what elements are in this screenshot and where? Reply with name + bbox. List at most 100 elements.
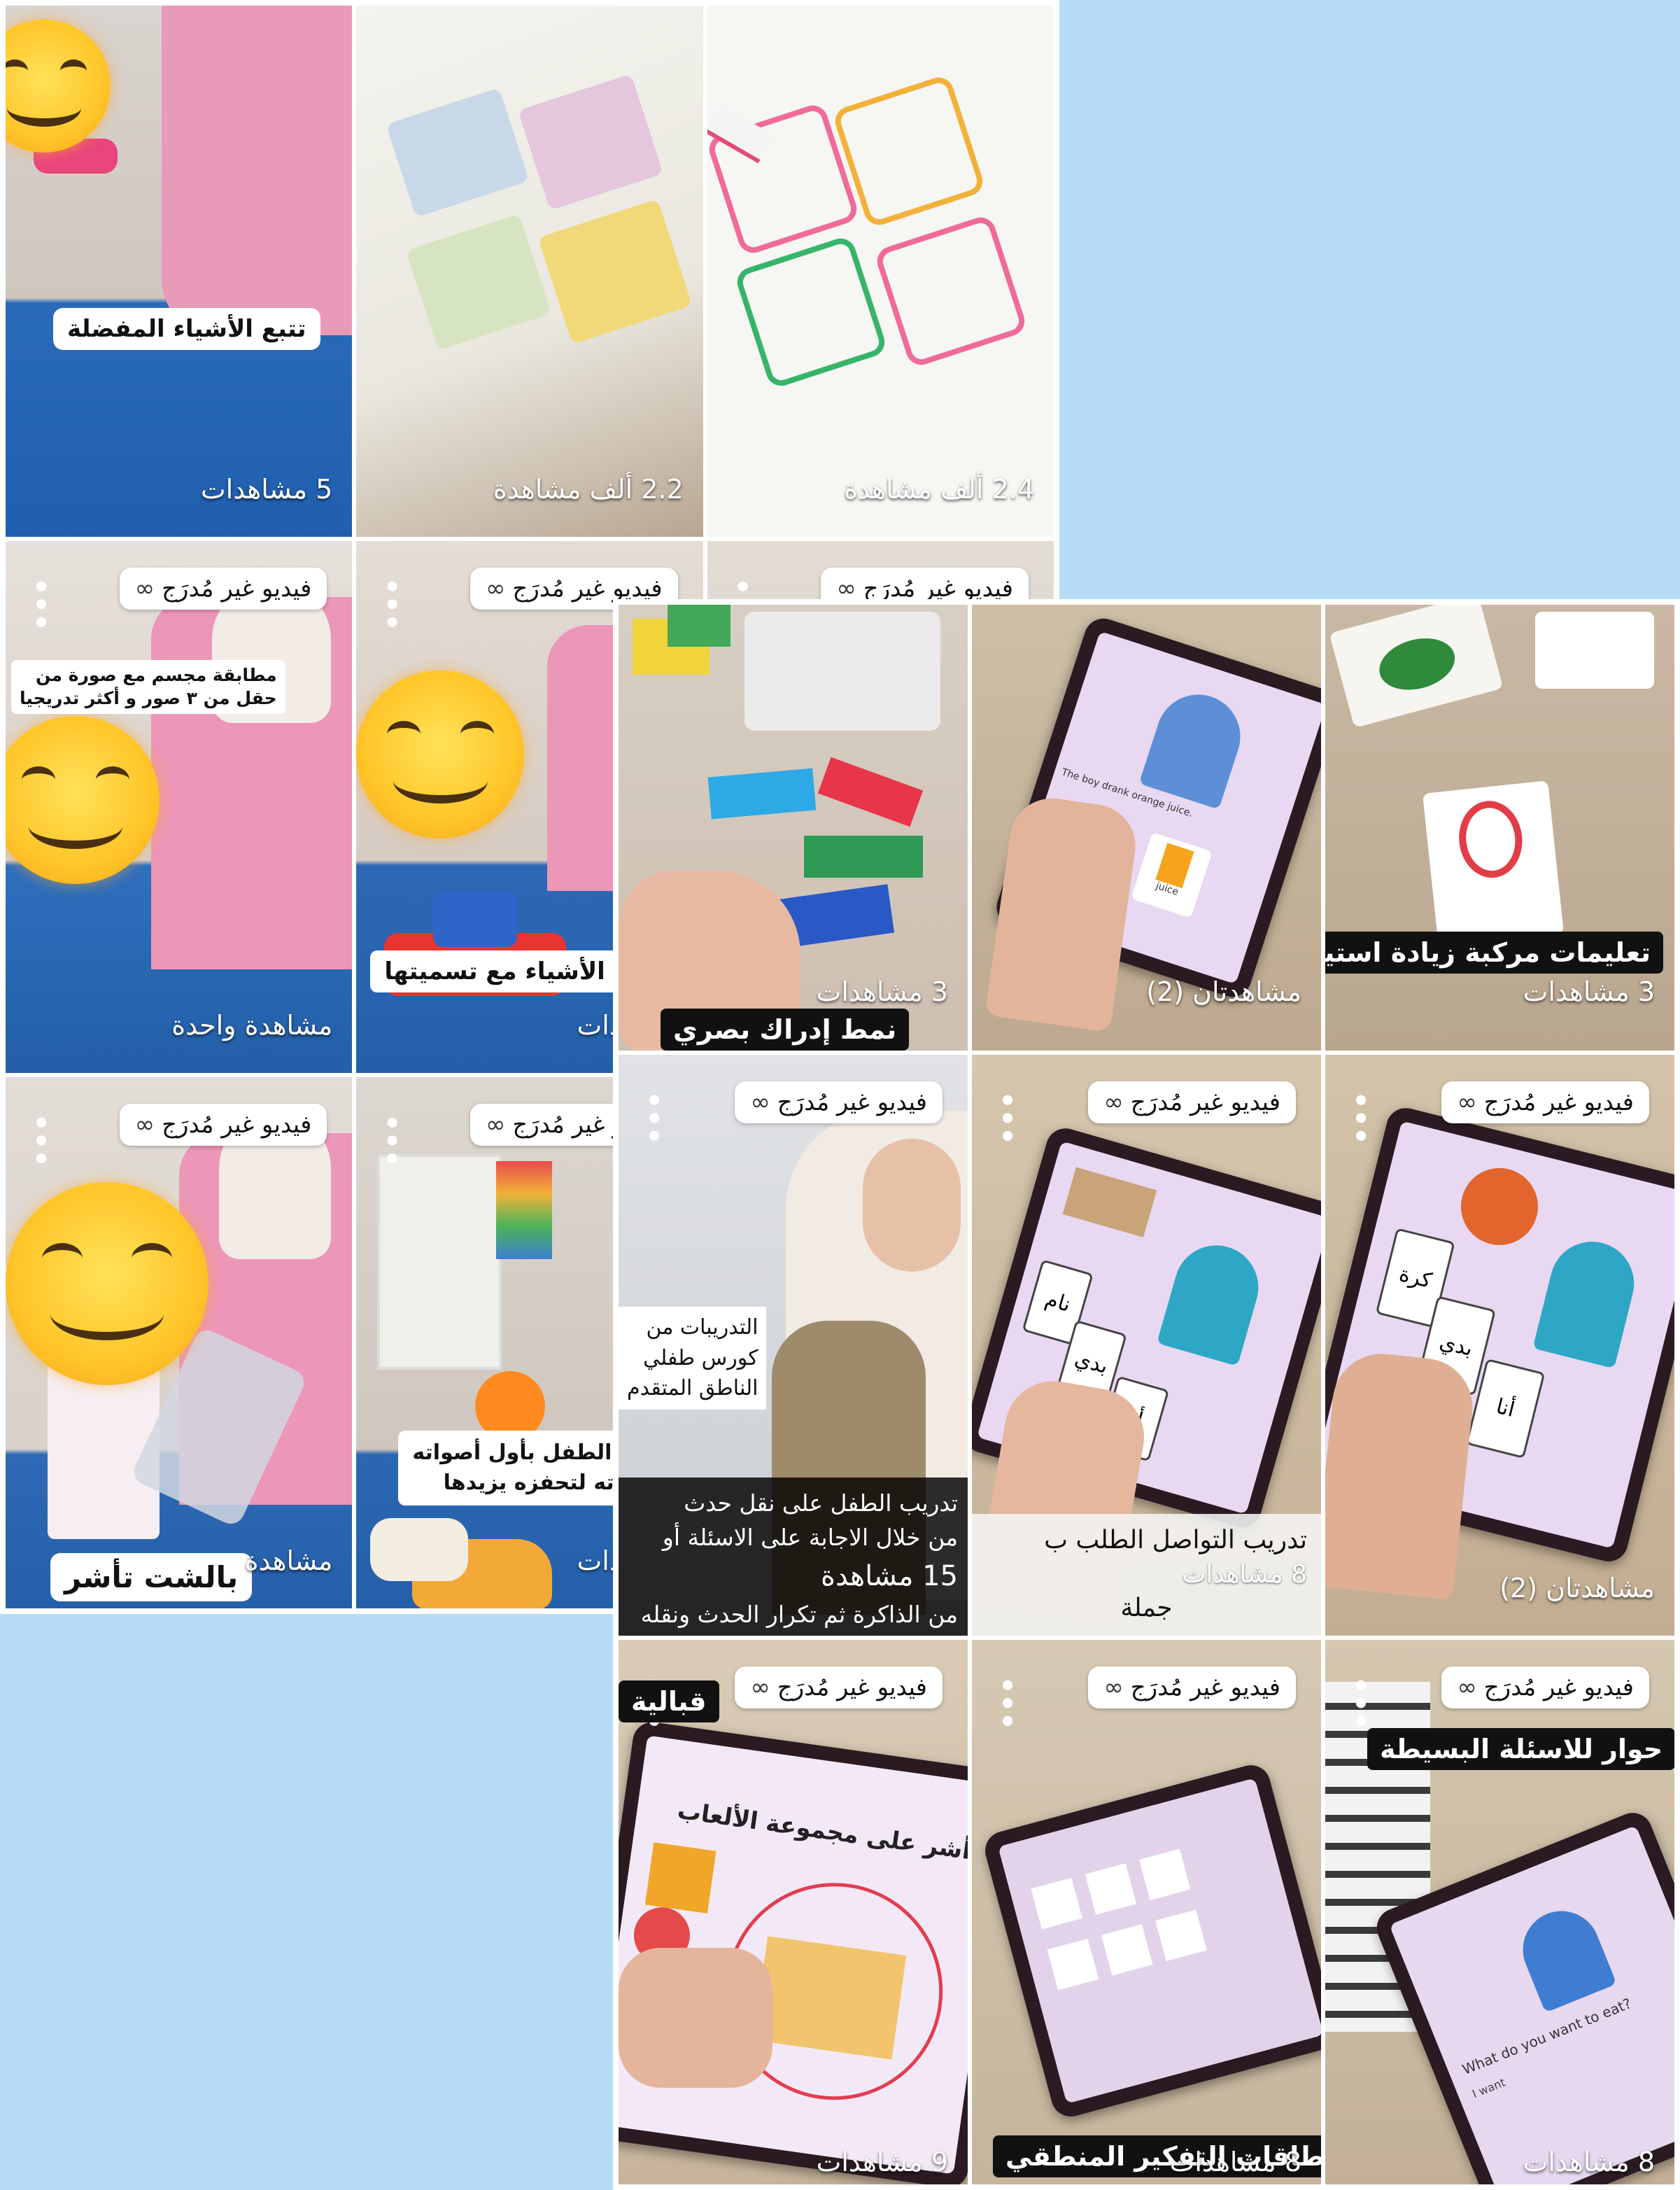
picture-card	[1155, 1909, 1207, 1961]
caption-line: تدريب التواصل الطلب ب	[1044, 1526, 1307, 1555]
person-shape	[161, 6, 353, 335]
video-tile[interactable]: 2.2 ألف مشاهدة	[356, 6, 703, 538]
toy-block	[433, 891, 518, 948]
view-count: مشاهدتان (2)	[1499, 1573, 1655, 1603]
flash-card	[1422, 780, 1565, 947]
link-icon: ∞	[750, 1088, 770, 1116]
boy-illustration	[1157, 1235, 1269, 1367]
unlisted-badge: فيديو غير مُدرَج ∞	[1441, 1081, 1649, 1123]
caption-line: من الذاكرة ثم تكرار الحدث ونقله	[640, 1600, 958, 1628]
more-vertical-icon[interactable]: •••	[1343, 1676, 1376, 1730]
caption-line: جملة	[1120, 1594, 1173, 1623]
toy-animal	[370, 1517, 469, 1581]
tablet-screen	[998, 1778, 1321, 2104]
unlisted-badge: فيديو غير مُدرَج ∞	[119, 568, 327, 610]
link-icon: ∞	[486, 575, 506, 603]
boy-illustration	[1511, 1899, 1617, 2013]
more-vertical-icon[interactable]: •••	[374, 577, 407, 631]
picture-card	[1101, 1924, 1153, 1976]
toy-shelf	[753, 1936, 907, 2060]
video-caption: حوار للاسئلة البسيطة	[1367, 1728, 1674, 1770]
face-blur-emoji	[356, 671, 525, 839]
video-tile[interactable]: نام بدي أنا فيديو غير مُدرَج ∞ ••• تدريب…	[972, 1055, 1321, 1636]
badge-label: فيديو غير مُدرَج	[1130, 1088, 1280, 1116]
caption-line: حقل من ٣ صور و أكثر تدريجيا	[20, 687, 277, 708]
picture-card	[1047, 1938, 1099, 1991]
unlisted-badge: فيديو غير مُدرَج ∞	[119, 1103, 327, 1146]
option-juice[interactable]: juice	[1131, 831, 1213, 918]
more-vertical-icon[interactable]: •••	[637, 1091, 669, 1145]
view-count: 15 مشاهدة	[821, 1559, 958, 1592]
video-caption: الأشياء مع تسميتها	[370, 950, 619, 993]
video-tile[interactable]: تتبع الأشياء المفضلة 5 مشاهدات	[6, 6, 353, 538]
caption-line: د الطفل بأول أصواته	[412, 1440, 630, 1465]
more-vertical-icon[interactable]: •••	[990, 1091, 1022, 1145]
badge-label: فيديو غير مُدرَج	[1483, 1088, 1634, 1116]
more-vertical-icon[interactable]: •••	[1343, 1091, 1376, 1145]
video-caption: بالشت تأشر	[50, 1552, 253, 1601]
video-caption: تدريب الطفل على نقل حدث من خلال الاجابة …	[619, 1477, 968, 1636]
video-caption: قبالية	[619, 1680, 719, 1722]
course-line: كورس طفلي	[643, 1345, 758, 1370]
block-green	[804, 836, 923, 878]
unlisted-badge: فيديو غير مُدرَج ∞	[1088, 1666, 1296, 1708]
view-count: 8 مشاهدات	[1169, 2147, 1301, 2177]
video-tile[interactable]: فيديو غير مُدرَج ∞ ••• مطابقة مجسم مع صو…	[6, 541, 353, 1073]
link-icon: ∞	[486, 1110, 506, 1139]
color-chart	[496, 1160, 553, 1259]
video-tile[interactable]: The boy drank orange juice. orange juice…	[972, 605, 1321, 1051]
view-count: 9 مشاهدات	[816, 2147, 948, 2177]
course-line: التدريبات من	[646, 1315, 758, 1340]
course-label: التدريبات من كورس طفلي الناطق المتقدم	[619, 1307, 767, 1410]
view-count: 2.2 ألف مشاهدة	[493, 474, 684, 505]
video-tile[interactable]: فيديو غير مُدرَج ∞ ••• التدريبات من كورس…	[619, 1055, 968, 1636]
video-tile[interactable]: كرة بدي أنا فيديو غير مُدرَج ∞ ••• مشاهد…	[1325, 1055, 1674, 1636]
more-vertical-icon[interactable]: •••	[990, 1676, 1022, 1730]
badge-label: فيديو غير مُدرَج	[777, 1673, 927, 1701]
caption-line: مطابقة مجسم مع صورة من	[36, 665, 277, 686]
more-vertical-icon[interactable]: •••	[374, 1114, 407, 1167]
video-tile[interactable]: 2.4 ألف مشاهدة	[707, 6, 1054, 538]
shape-triangle	[644, 1842, 717, 1914]
picture-card	[1085, 1863, 1137, 1915]
video-tile[interactable]: What do you want to eat? I want فيديو غي…	[1325, 1640, 1674, 2184]
video-tile[interactable]: فيديو غير مُدرَج ∞ ••• بالشت تأشر مشاهدة	[6, 1076, 353, 1608]
badge-label: فيديو غير مُدرَج	[1483, 1673, 1634, 1701]
person-face	[863, 1139, 961, 1272]
bed-illustration	[1062, 1167, 1157, 1237]
view-count: 3 مشاهدات	[816, 976, 948, 1007]
caption-line: باته لتحفزه يزيدها	[443, 1470, 630, 1496]
flash-card	[1535, 612, 1654, 689]
hand	[1325, 1349, 1478, 1601]
video-tile[interactable]: 3 مشاهدات نمط إدراك بصري	[619, 605, 968, 1051]
badge-label: فيديو غير مُدرَج	[1130, 1673, 1280, 1701]
video-grid-panel-2: 3 مشاهدات نمط إدراك بصري The boy drank o…	[613, 599, 1680, 2190]
card-shape	[1374, 630, 1461, 698]
tablet-answer: I want	[1470, 2075, 1508, 2101]
more-vertical-icon[interactable]: •••	[24, 577, 56, 631]
toy-block	[668, 605, 730, 647]
video-tile[interactable]: تعليمات مركبة زيادة استيعاب 3 مشاهدات	[1325, 605, 1674, 1051]
link-icon: ∞	[1103, 1088, 1124, 1116]
view-count: 8 مشاهدات	[1182, 1559, 1308, 1589]
video-caption: تتبع الأشياء المفضلة	[53, 308, 320, 350]
view-count: 5 مشاهدات	[200, 474, 333, 505]
unlisted-badge: فيديو غير مُدرَج ∞	[1088, 1081, 1296, 1123]
badge-label: فيديو غير مُدرَج	[162, 575, 312, 603]
boy-illustration	[1138, 683, 1252, 810]
course-line: الناطق المتقدم	[627, 1376, 758, 1401]
boy-illustration	[1532, 1233, 1643, 1369]
caption-line: تدريب الطفل على نقل حدث	[684, 1489, 958, 1517]
video-tile[interactable]: فيديو غير مُدرَج ∞ ••• بطاقات التفكير ال…	[972, 1640, 1321, 2184]
view-count: 8 مشاهدات	[1523, 2147, 1655, 2177]
video-tile[interactable]: أشر على مجموعة الألعاب فيديو غير مُدرَج …	[619, 1640, 968, 2184]
more-vertical-icon[interactable]: •••	[24, 1114, 56, 1167]
caption-line: من خلال الاجابة على الاسئلة أو	[662, 1524, 958, 1551]
link-icon: ∞	[1457, 1088, 1477, 1116]
video-caption: د الطفل بأول أصواته باته لتحفزه يزيدها	[398, 1430, 644, 1505]
view-count: مشاهدة	[244, 1545, 333, 1576]
badge-label: فيديو غير مُدرَج	[162, 1110, 312, 1139]
picture-card	[1031, 1877, 1082, 1930]
view-count: مشاهدتان (2)	[1146, 976, 1301, 1007]
block-box	[744, 612, 940, 731]
